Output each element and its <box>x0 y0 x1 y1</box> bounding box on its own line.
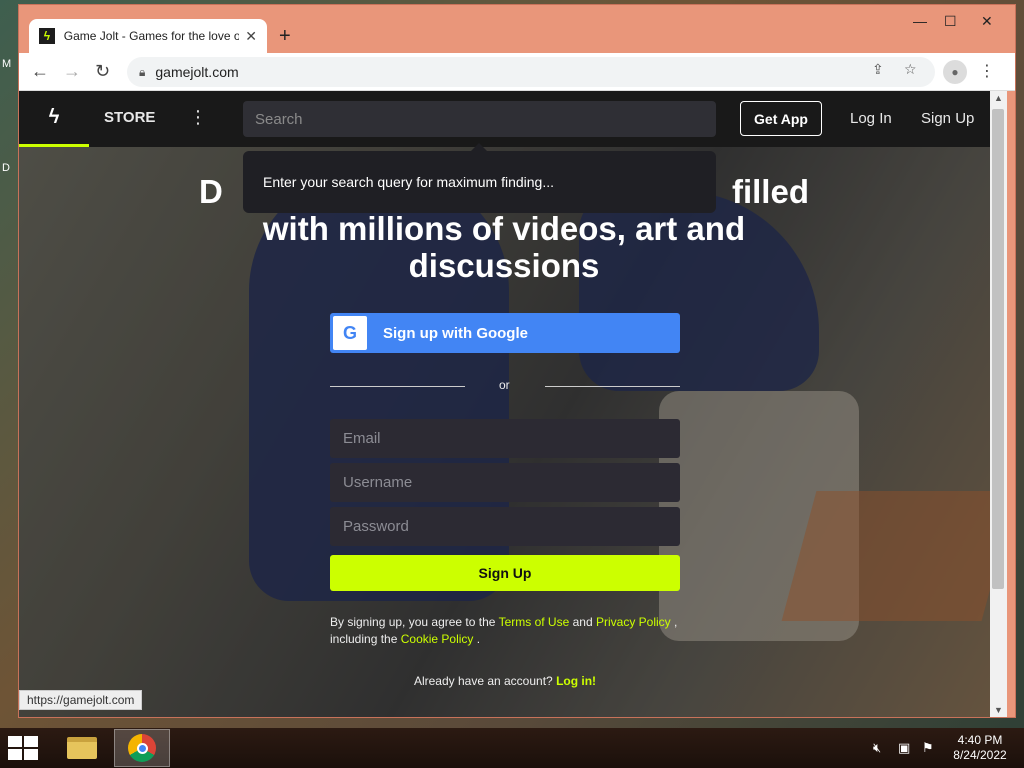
terms-text: By signing up, you agree to the Terms of… <box>330 614 690 648</box>
address-url[interactable]: gamejolt.com <box>155 64 238 80</box>
scroll-up-icon[interactable]: ▲ <box>994 93 1003 103</box>
hero-title-line3: discussions <box>408 247 600 284</box>
chrome-icon <box>128 734 156 762</box>
chrome-taskbar-icon[interactable] <box>114 729 170 767</box>
page-scrollbar[interactable]: ▲ ▼ <box>990 91 1007 717</box>
maximize-button[interactable]: ☐ <box>944 13 957 30</box>
terms-prefix: By signing up, you agree to the <box>330 615 496 629</box>
divider-line <box>545 386 680 387</box>
close-window-button[interactable]: ✕ <box>981 13 993 30</box>
system-clock[interactable]: 4:40 PM 8/24/2022 <box>944 733 1016 763</box>
divider-line <box>330 386 465 387</box>
already-label: Already have an account? <box>413 674 553 688</box>
login-link[interactable]: Log In <box>850 110 892 127</box>
new-tab-button[interactable]: + <box>279 25 291 48</box>
desktop-icon-label[interactable]: D <box>2 162 10 174</box>
browser-window: ϟ Game Jolt - Games for the love of ✕ + … <box>18 4 1016 718</box>
email-field[interactable] <box>330 419 680 458</box>
store-link[interactable]: STORE <box>104 109 155 126</box>
terms-of-use-link[interactable]: Terms of Use <box>499 615 570 629</box>
hero-title-start: D <box>199 173 223 210</box>
login-inline-link[interactable]: Log in! <box>556 674 596 688</box>
tab-bar: ϟ Game Jolt - Games for the love of ✕ + … <box>19 5 1015 53</box>
link-status-bar: https://gamejolt.com <box>19 690 143 710</box>
lock-icon[interactable]: 🔒︎ <box>139 65 145 80</box>
more-menu-icon[interactable]: ⋮ <box>189 107 207 128</box>
get-app-button[interactable]: Get App <box>740 101 822 136</box>
minimize-button[interactable]: — <box>913 13 927 29</box>
back-button[interactable]: ← <box>31 61 49 82</box>
page-viewport: ϟ STORE ⋮ Get App Log In Sign Up D fille… <box>19 91 990 717</box>
browser-tab[interactable]: ϟ Game Jolt - Games for the love of ✕ <box>29 19 267 53</box>
terms-period: . <box>476 632 481 646</box>
terms-comma: , <box>674 615 678 629</box>
tooltip-caret <box>471 143 487 151</box>
game-jolt-favicon-icon: ϟ <box>39 28 55 44</box>
browser-toolbar: ← → ↻ 🔒︎ gamejolt.com ⇪ ☆ ● ⋮ <box>19 53 1015 91</box>
action-center-flag-icon[interactable]: ⚑ <box>922 740 934 756</box>
clock-time: 4:40 PM <box>957 733 1003 747</box>
browser-menu-icon[interactable]: ⋮ <box>979 61 995 81</box>
password-field[interactable] <box>330 507 680 546</box>
tab-title: Game Jolt - Games for the love of <box>63 29 240 43</box>
signup-button[interactable]: Sign Up <box>330 555 680 591</box>
windows-start-icon[interactable] <box>8 736 40 760</box>
terms-including: including the <box>330 632 398 646</box>
network-icon[interactable]: ▣ <box>898 740 910 756</box>
search-tooltip: Enter your search query for maximum find… <box>243 151 716 213</box>
close-tab-icon[interactable]: ✕ <box>245 28 257 45</box>
folder-icon <box>67 737 97 759</box>
taskbar: 🔇︎ ▣ ⚑ 4:40 PM 8/24/2022 <box>0 728 1024 768</box>
reload-button[interactable]: ↻ <box>95 61 110 82</box>
address-bar[interactable]: 🔒︎ gamejolt.com <box>127 57 935 87</box>
or-label: or <box>499 378 510 392</box>
desktop-icon-label[interactable]: M <box>2 58 11 70</box>
signup-link[interactable]: Sign Up <box>921 110 974 127</box>
scroll-thumb[interactable] <box>992 109 1004 589</box>
file-explorer-taskbar-icon[interactable] <box>54 729 110 767</box>
or-divider: or <box>330 378 680 394</box>
terms-and: and <box>572 615 593 629</box>
hero-title-line2: with millions of videos, art and <box>262 210 746 247</box>
forward-button[interactable]: → <box>63 61 81 82</box>
cookie-policy-link[interactable]: Cookie Policy <box>401 632 474 646</box>
google-icon: G <box>333 316 367 350</box>
bookmark-star-icon[interactable]: ☆ <box>904 61 917 78</box>
share-icon[interactable]: ⇪ <box>872 61 884 78</box>
hero-title-end: filled <box>731 173 809 210</box>
profile-avatar-icon[interactable]: ● <box>943 60 967 84</box>
username-field[interactable] <box>330 463 680 502</box>
game-jolt-logo-icon[interactable]: ϟ <box>19 91 89 147</box>
google-signup-button[interactable]: G Sign up with Google <box>330 313 680 353</box>
site-search-input[interactable] <box>243 101 716 137</box>
scroll-down-icon[interactable]: ▼ <box>994 705 1003 715</box>
privacy-policy-link[interactable]: Privacy Policy <box>596 615 671 629</box>
google-signup-label: Sign up with Google <box>383 324 528 342</box>
volume-muted-icon[interactable]: 🔇︎ <box>873 740 881 756</box>
site-navbar: ϟ STORE ⋮ Get App Log In Sign Up <box>19 91 990 147</box>
clock-date: 8/24/2022 <box>953 748 1007 762</box>
already-account-text: Already have an account? Log in! <box>330 674 680 688</box>
